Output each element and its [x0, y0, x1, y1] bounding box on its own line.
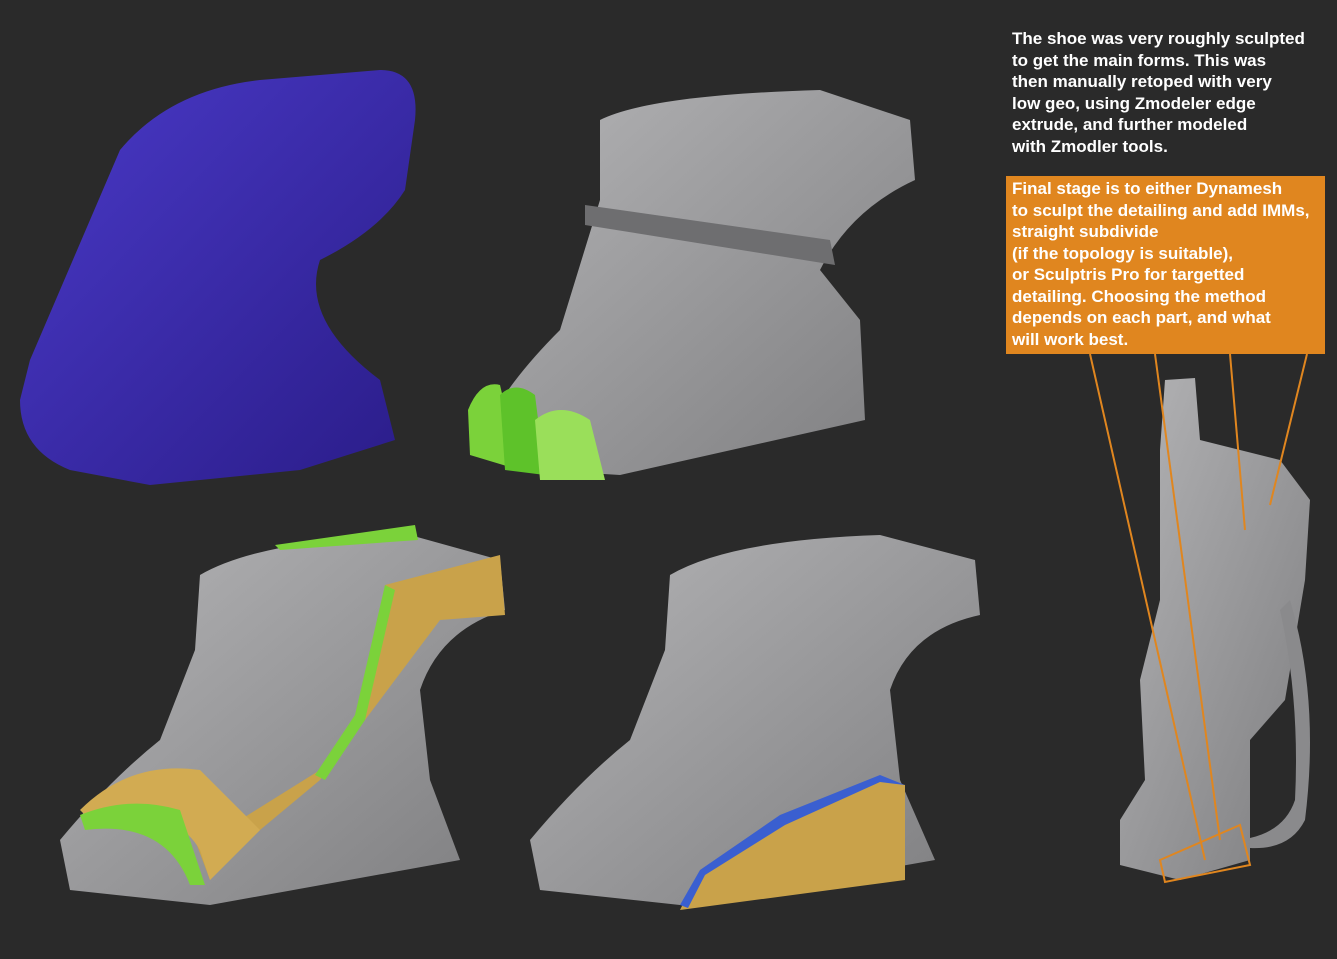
- retopo-shoe-render: [468, 90, 915, 480]
- retopo-shoe-yellow-render: [60, 525, 505, 905]
- retopo-shoe-blue-render: [530, 535, 980, 910]
- final-stage-callout: Final stage is to either Dynamesh to scu…: [1006, 176, 1325, 354]
- intro-note: The shoe was very roughly sculpted to ge…: [1012, 29, 1305, 156]
- rough-sculpt-render: [20, 70, 416, 485]
